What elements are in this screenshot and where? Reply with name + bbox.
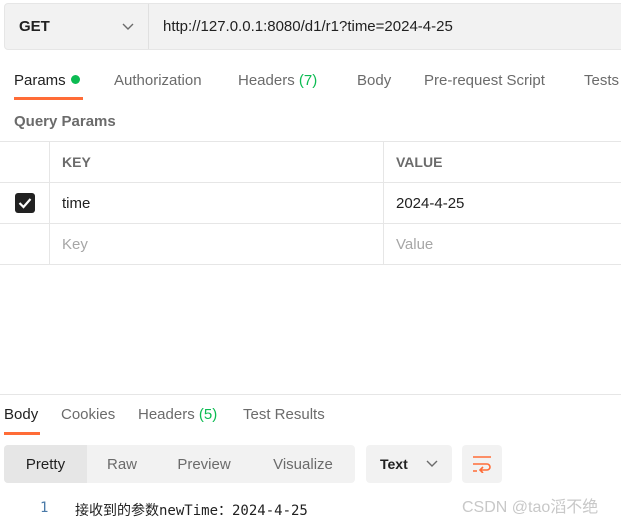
key-header: KEY <box>50 142 384 182</box>
params-table: KEY VALUE time 2024-4-25 Key Value <box>0 141 621 265</box>
wrap-icon <box>473 456 491 473</box>
mode-pretty[interactable]: Pretty <box>4 445 87 483</box>
active-resp-tab-underline <box>4 432 40 435</box>
watermark: CSDN @tao滔不绝 <box>462 499 599 516</box>
tab-body[interactable]: Body <box>357 72 391 89</box>
value-cell[interactable]: 2024-4-25 <box>384 183 621 223</box>
format-label: Text <box>380 456 408 472</box>
query-params-title: Query Params <box>14 113 116 130</box>
headers-count: (5) <box>198 406 218 423</box>
key-input[interactable]: Key <box>50 224 384 264</box>
divider <box>0 394 621 395</box>
table-row-empty: Key Value <box>0 224 621 265</box>
value-input[interactable]: Value <box>384 224 621 264</box>
chevron-down-icon <box>122 23 134 30</box>
method-select[interactable]: GET <box>5 4 149 49</box>
response-text: 接收到的参数newTime：2024-4-25 <box>75 503 308 519</box>
tab-prerequest-script[interactable]: Pre-request Script <box>424 72 545 89</box>
tab-authorization[interactable]: Authorization <box>114 72 202 89</box>
wrap-lines-button[interactable] <box>462 445 502 483</box>
tab-label: Headers <box>138 406 195 423</box>
table-header: KEY VALUE <box>0 142 621 183</box>
chevron-down-icon <box>426 460 438 467</box>
resp-tab-body[interactable]: Body <box>4 406 38 423</box>
check-icon <box>18 198 31 209</box>
tab-tests[interactable]: Tests <box>584 72 619 89</box>
tab-label: Params <box>14 72 66 89</box>
headers-count: (7) <box>298 72 318 89</box>
resp-tab-cookies[interactable]: Cookies <box>61 406 115 423</box>
mode-visualize[interactable]: Visualize <box>251 445 355 483</box>
checkbox[interactable] <box>14 193 35 213</box>
url-bar: GET http://127.0.0.1:8080/d1/r1?time=202… <box>4 3 621 50</box>
mode-preview[interactable]: Preview <box>157 445 251 483</box>
active-tab-underline <box>14 97 83 100</box>
tab-headers[interactable]: Headers (7) <box>238 72 317 89</box>
view-mode-toggle: Pretty Raw Preview Visualize <box>4 445 355 483</box>
table-row: time 2024-4-25 <box>0 183 621 224</box>
mode-raw[interactable]: Raw <box>87 445 157 483</box>
tab-params[interactable]: Params <box>14 72 80 89</box>
line-number: 1 <box>40 500 49 516</box>
resp-tab-headers[interactable]: Headers (5) <box>138 406 217 423</box>
tab-label: Headers <box>238 72 295 89</box>
resp-tab-test-results[interactable]: Test Results <box>243 406 325 423</box>
method-label: GET <box>19 18 50 35</box>
url-input[interactable]: http://127.0.0.1:8080/d1/r1?time=2024-4-… <box>149 18 453 35</box>
params-active-dot <box>70 75 80 84</box>
key-cell[interactable]: time <box>50 183 384 223</box>
format-select[interactable]: Text <box>366 445 452 483</box>
value-header: VALUE <box>396 154 443 170</box>
